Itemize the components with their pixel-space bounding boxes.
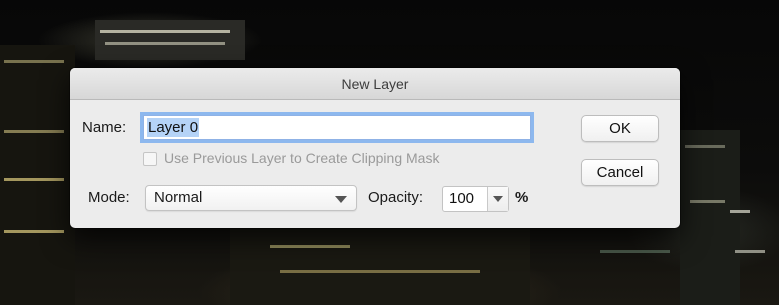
chevron-down-icon <box>335 196 347 203</box>
mode-value: Normal <box>154 189 203 206</box>
layer-name-value: Layer 0 <box>147 118 200 137</box>
opacity-dropdown-button[interactable] <box>487 187 508 211</box>
opacity-label: Opacity: <box>368 189 424 206</box>
clipping-mask-checkbox[interactable] <box>143 152 157 166</box>
ok-button[interactable]: OK <box>581 115 659 142</box>
dialog-title: New Layer <box>70 68 680 100</box>
chevron-down-icon <box>493 196 503 202</box>
layer-name-input[interactable]: Layer 0 <box>143 115 531 140</box>
cancel-button[interactable]: Cancel <box>581 159 659 186</box>
clipping-mask-label: Use Previous Layer to Create Clipping Ma… <box>164 150 440 166</box>
opacity-input[interactable]: 100 <box>442 186 509 212</box>
mode-select[interactable]: Normal <box>145 185 357 211</box>
new-layer-dialog: New Layer Name: Layer 0 Use Previous Lay… <box>70 68 680 228</box>
mode-label: Mode: <box>88 189 130 206</box>
opacity-value: 100 <box>449 190 475 207</box>
opacity-unit: % <box>515 189 529 206</box>
name-label: Name: <box>82 119 127 136</box>
